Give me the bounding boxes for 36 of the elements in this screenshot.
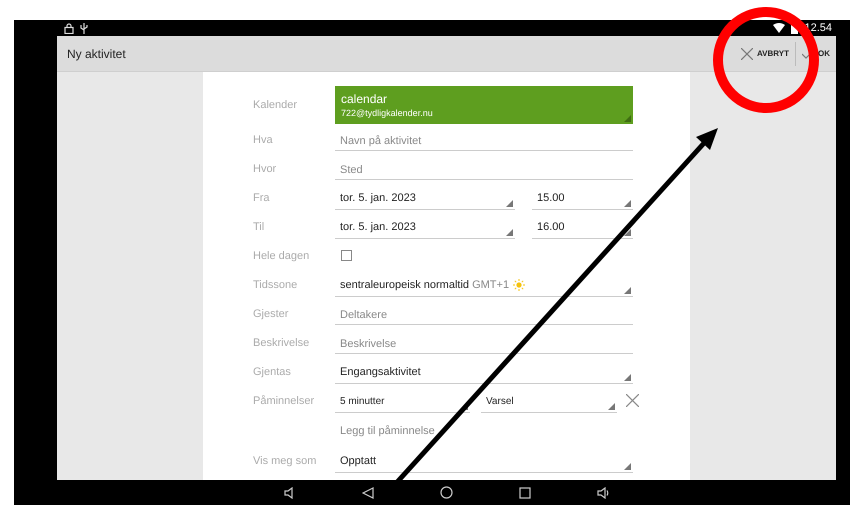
- reminder-method-dropdown[interactable]: Varsel: [481, 388, 617, 412]
- field-label: Påminnelser: [253, 394, 316, 406]
- time-dropdown[interactable]: 16.00: [532, 214, 633, 238]
- checkbox[interactable]: [341, 250, 352, 261]
- close-icon[interactable]: [626, 394, 639, 407]
- cancel-button[interactable]: AVBRYT: [735, 36, 795, 71]
- dropdown[interactable]: Engangsaktivitet: [335, 360, 633, 384]
- date-dropdown[interactable]: tor. 5. jan. 2023: [335, 186, 515, 210]
- field-label: Hvor: [253, 162, 278, 174]
- window-title: Ny aktivitet: [67, 46, 126, 60]
- time-dropdown[interactable]: 15.00: [532, 186, 633, 210]
- field-label: Hele dagen: [253, 250, 310, 262]
- field-label: Fra: [253, 192, 270, 204]
- add-reminder-link[interactable]: Legg til påminnelse: [335, 424, 435, 436]
- field-label: Beskrivelse: [253, 336, 310, 348]
- field-label: Vis meg som: [253, 454, 318, 466]
- reminder-time-dropdown[interactable]: 5 minutter: [335, 388, 470, 412]
- field-label: Hva: [253, 134, 274, 146]
- sun-icon: [513, 279, 526, 291]
- field-label: Kalender: [253, 99, 298, 111]
- dropdown[interactable]: Opptatt: [335, 448, 633, 472]
- volume-up-icon[interactable]: [597, 486, 610, 498]
- text-field[interactable]: Navn på aktivitet: [335, 132, 633, 151]
- close-icon: [741, 48, 753, 60]
- field-label: Tidssone: [253, 278, 298, 290]
- lock-icon: [64, 22, 74, 34]
- field-label: Gjentas: [253, 366, 292, 378]
- date-dropdown[interactable]: tor. 5. jan. 2023: [335, 214, 515, 238]
- usb-icon: [80, 22, 88, 34]
- field-label: Til: [253, 220, 266, 232]
- home-icon[interactable]: [440, 486, 453, 499]
- wifi-icon: [773, 23, 786, 33]
- recent-apps-icon[interactable]: [519, 486, 531, 498]
- timezone-dropdown[interactable]: sentraleuropeisk normaltid GMT+1: [335, 272, 633, 296]
- back-icon[interactable]: [362, 486, 374, 498]
- field-label: Gjester: [253, 308, 290, 320]
